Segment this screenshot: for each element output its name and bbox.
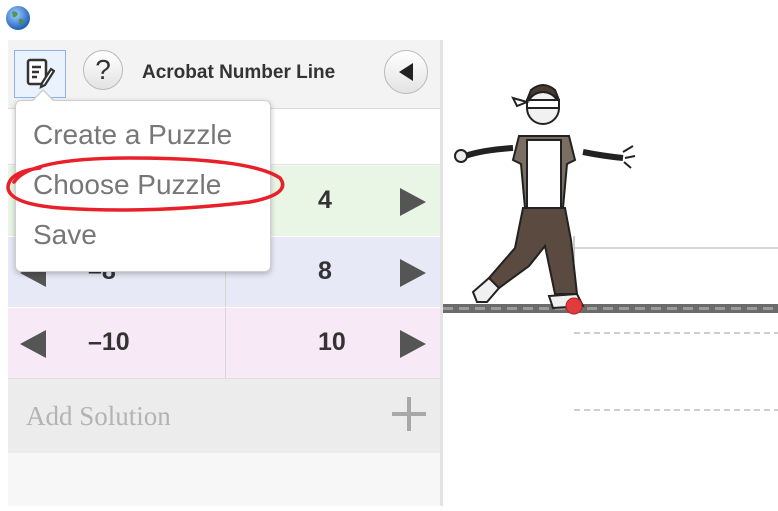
globe-icon (6, 6, 30, 30)
increase-arrow-icon[interactable] (400, 259, 426, 287)
menu-item-save[interactable]: Save (33, 219, 97, 251)
stage-canvas (443, 84, 778, 411)
right-value: 4 (318, 186, 332, 214)
right-value: 8 (318, 257, 332, 285)
triangle-left-icon (399, 63, 413, 81)
collapse-panel-button[interactable] (384, 50, 428, 94)
add-solution-label: Add Solution (26, 401, 171, 431)
menu-item-choose-puzzle[interactable]: Choose Puzzle (33, 169, 221, 201)
help-button[interactable]: ? (83, 50, 123, 90)
number-row-3: –10 10 (8, 308, 440, 379)
plus-icon[interactable] (392, 397, 426, 431)
menu-caret-inner (33, 91, 53, 101)
increase-arrow-icon[interactable] (400, 330, 426, 358)
edit-dropdown-menu: Create a Puzzle Choose Puzzle Save (15, 100, 271, 272)
menu-item-create-puzzle[interactable]: Create a Puzzle (33, 119, 232, 151)
acrobat-figure (454, 84, 636, 310)
increase-arrow-icon[interactable] (400, 188, 426, 216)
toolbar: ? Acrobat Number Line (8, 40, 440, 109)
decrease-arrow-icon[interactable] (20, 330, 46, 358)
position-marker (565, 297, 583, 315)
help-icon: ? (95, 54, 111, 85)
edit-document-icon (26, 58, 55, 90)
right-value: 10 (318, 328, 346, 356)
add-solution-row[interactable]: Add Solution (8, 378, 440, 453)
left-value: –10 (88, 328, 130, 356)
app-title: Acrobat Number Line (142, 62, 336, 83)
number-line-stage (443, 40, 778, 506)
